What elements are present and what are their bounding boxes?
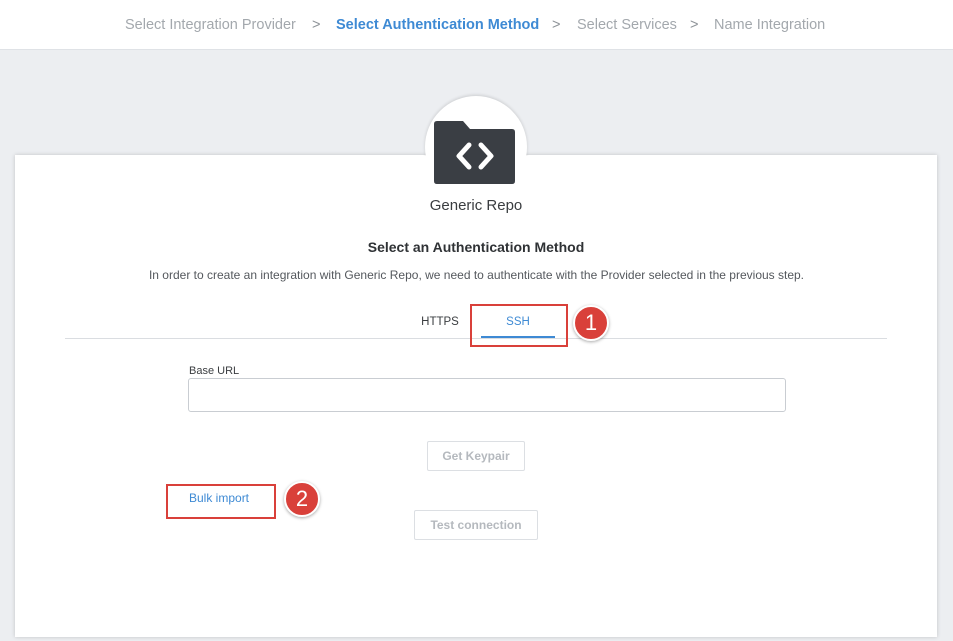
breadcrumb-separator: > bbox=[552, 17, 561, 33]
breadcrumb-step-select-integration-provider[interactable]: Select Integration Provider bbox=[125, 16, 296, 34]
section-description: In order to create an integration with G… bbox=[148, 268, 805, 282]
get-keypair-button[interactable]: Get Keypair bbox=[427, 441, 525, 471]
breadcrumb-step-select-services: Select Services bbox=[577, 17, 677, 33]
annotation-badge-2: 2 bbox=[284, 481, 320, 517]
tab-https[interactable]: HTTPS bbox=[415, 316, 465, 328]
annotation-badge-1: 1 bbox=[573, 305, 609, 341]
test-connection-button[interactable]: Test connection bbox=[414, 510, 538, 540]
annotation-highlight-bulk-import bbox=[166, 484, 276, 519]
provider-name: Generic Repo bbox=[429, 197, 523, 214]
top-bar: Select Integration Provider > Select Aut… bbox=[0, 0, 953, 50]
base-url-label: Base URL bbox=[189, 365, 240, 377]
breadcrumb-step-name-integration: Name Integration bbox=[714, 17, 826, 33]
breadcrumb-separator: > bbox=[312, 17, 321, 33]
annotation-highlight-ssh-tab bbox=[470, 304, 568, 347]
section-title: Select an Authentication Method bbox=[367, 239, 585, 255]
breadcrumb-step-select-authentication-method: Select Authentication Method bbox=[336, 17, 540, 33]
base-url-input[interactable] bbox=[188, 378, 786, 412]
folder-code-icon bbox=[434, 121, 515, 184]
breadcrumb-separator: > bbox=[690, 17, 699, 33]
